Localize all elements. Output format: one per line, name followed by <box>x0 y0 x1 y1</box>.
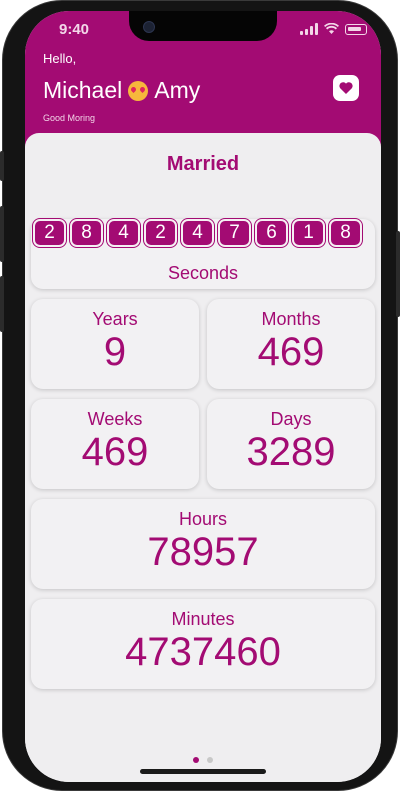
minutes-card: Minutes 4737460 <box>31 599 375 689</box>
content-sheet: Married Seconds 2 8 4 2 4 7 6 1 8 Years … <box>25 133 381 782</box>
years-card: Years 9 <box>31 299 199 389</box>
signal-icon <box>300 23 318 35</box>
hours-card: Hours 78957 <box>31 499 375 589</box>
minutes-label: Minutes <box>171 609 235 629</box>
years-value: 9 <box>103 330 127 374</box>
years-label: Years <box>92 309 138 329</box>
volume-up-button <box>0 206 4 262</box>
screen: 9:40 Hello, Michael Amy Good Moring Marr… <box>25 11 381 782</box>
months-value: 469 <box>257 330 325 374</box>
weeks-card: Weeks 469 <box>31 399 199 489</box>
seconds-digit: 4 <box>181 219 214 247</box>
heart-eyes-emoji-icon <box>128 80 149 101</box>
page-dot[interactable] <box>207 757 213 763</box>
couple-names: Michael Amy <box>43 77 200 104</box>
page-dot-active[interactable] <box>193 757 199 763</box>
phone-frame: 9:40 Hello, Michael Amy Good Moring Marr… <box>0 0 400 791</box>
seconds-digit: 2 <box>144 219 177 247</box>
seconds-digit: 8 <box>70 219 103 247</box>
status-time: 9:40 <box>59 21 90 38</box>
hello-label: Hello, <box>43 51 77 66</box>
name-left: Michael <box>43 77 123 103</box>
greeting-label: Good Moring <box>43 113 96 123</box>
page-indicator[interactable] <box>25 757 381 763</box>
silent-switch <box>0 151 4 181</box>
heart-icon <box>339 82 353 94</box>
battery-icon <box>345 23 367 35</box>
days-label: Days <box>270 409 312 429</box>
seconds-digit: 6 <box>255 219 288 247</box>
days-value: 3289 <box>246 430 336 474</box>
camera-icon <box>143 21 155 33</box>
wifi-icon <box>324 23 339 34</box>
hours-value: 78957 <box>147 530 259 574</box>
name-right: Amy <box>154 77 201 103</box>
power-button <box>396 231 400 317</box>
seconds-label: Seconds <box>167 263 239 283</box>
seconds-digits: 2 8 4 2 4 7 6 1 8 <box>33 219 362 247</box>
page-title: Married <box>166 153 240 175</box>
status-icons <box>300 23 367 35</box>
months-label: Months <box>261 309 321 329</box>
seconds-digit: 1 <box>292 219 325 247</box>
seconds-digit: 8 <box>329 219 362 247</box>
minutes-value: 4737460 <box>125 630 281 674</box>
volume-down-button <box>0 276 4 332</box>
weeks-value: 469 <box>81 430 149 474</box>
heart-button[interactable] <box>333 75 359 101</box>
weeks-label: Weeks <box>87 409 143 429</box>
seconds-digit: 7 <box>218 219 251 247</box>
days-card: Days 3289 <box>207 399 375 489</box>
home-indicator[interactable] <box>140 769 266 774</box>
hours-label: Hours <box>178 509 227 529</box>
seconds-digit: 2 <box>33 219 66 247</box>
months-card: Months 469 <box>207 299 375 389</box>
notch <box>129 11 277 41</box>
seconds-digit: 4 <box>107 219 140 247</box>
